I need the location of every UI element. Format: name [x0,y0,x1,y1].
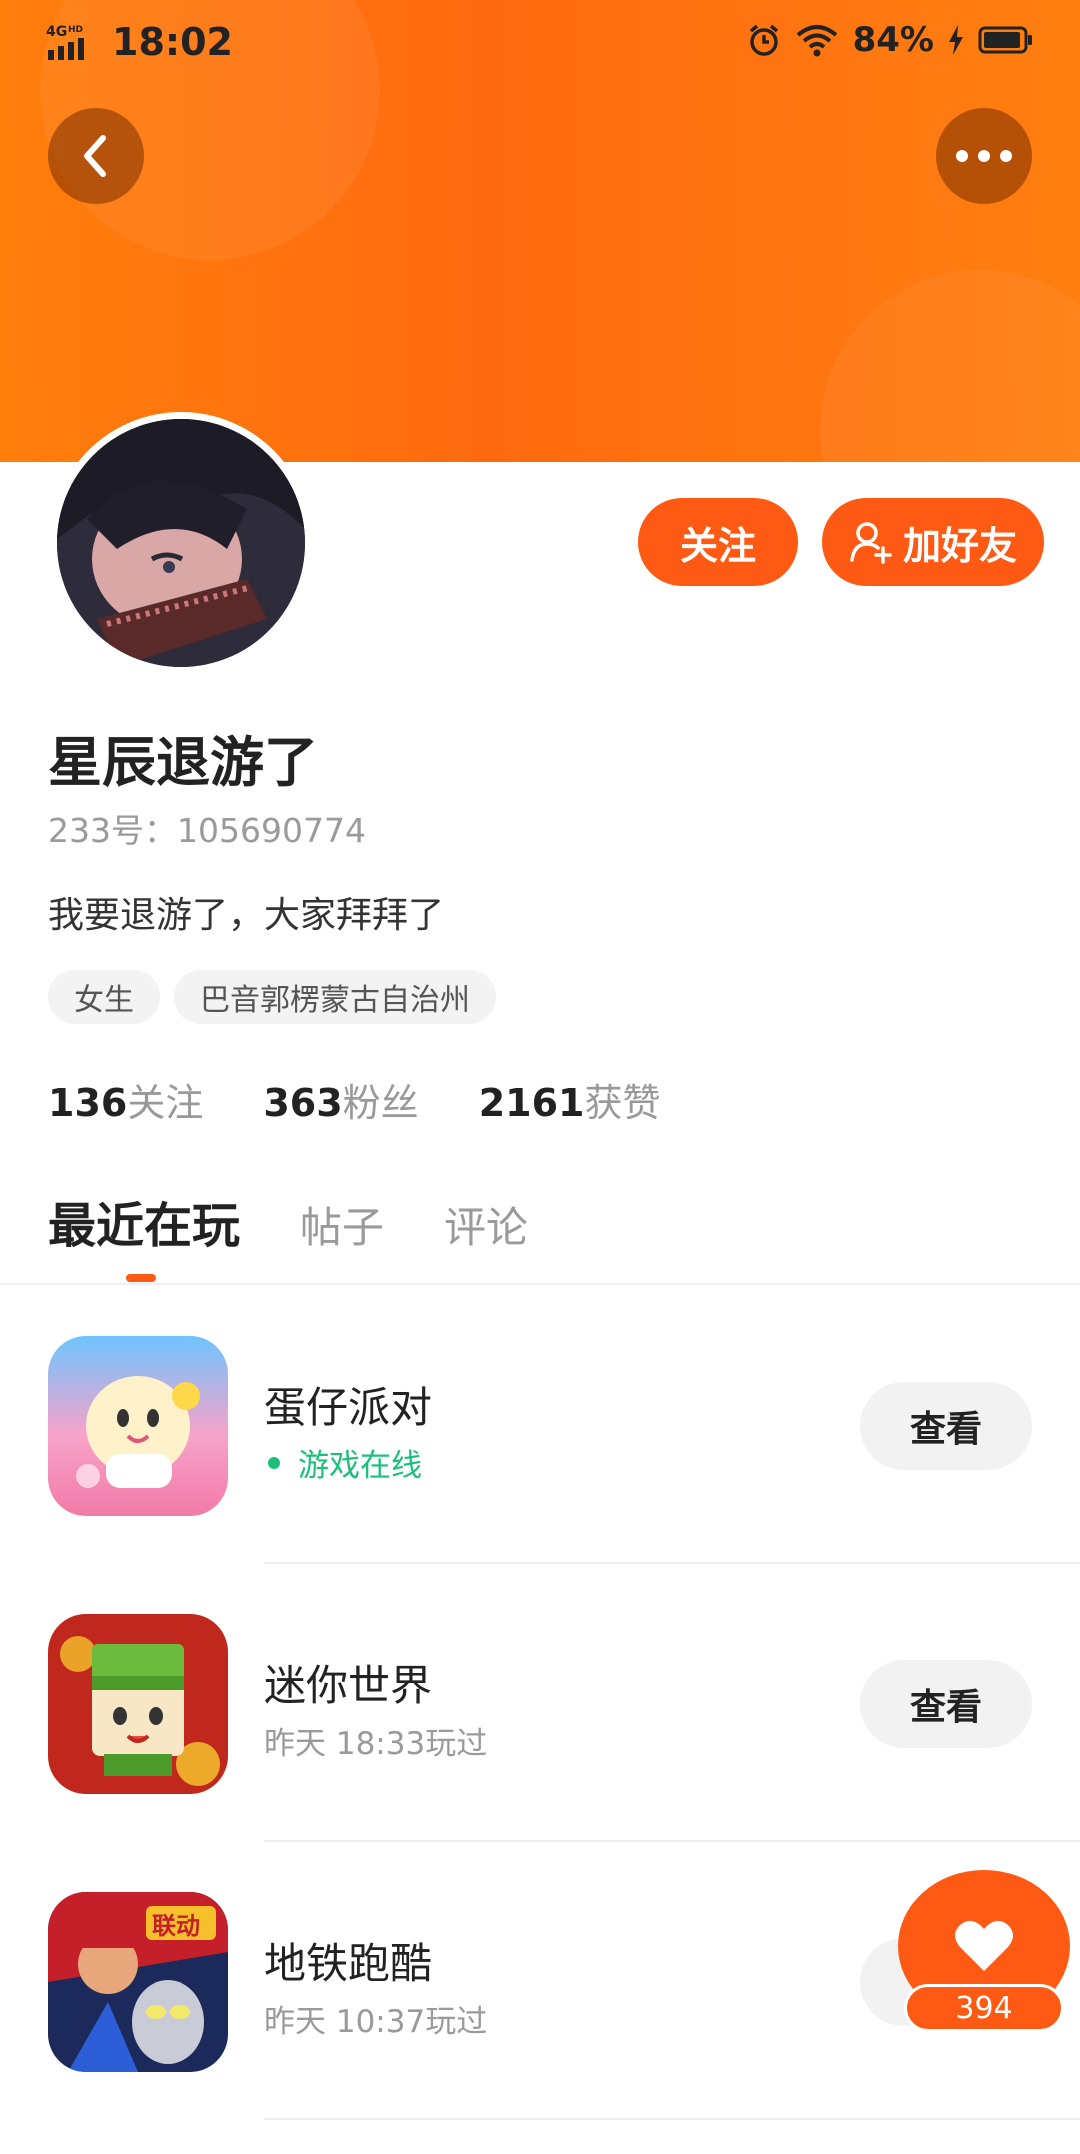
heart-icon [955,1920,1013,1971]
game-last-played: 昨天 18:33玩过 [264,1718,487,1763]
like-fab[interactable]: 394 [898,1870,1070,2032]
game-title: 蛋仔派对 [264,1383,433,1432]
game-last-played: 昨天 10:37玩过 [264,1996,487,2041]
add-friend-label: 加好友 [902,523,1017,568]
game-status: 游戏在线 [264,1440,422,1485]
charging-icon [949,25,963,55]
profile-header-banner: 4G HD 18:02 84% [0,0,1080,462]
avatar-image [57,419,305,667]
svg-text:4G: 4G [46,24,67,40]
status-time: 18:02 [112,20,233,64]
chevron-left-icon [84,135,106,177]
tab-recently-played[interactable]: 最近在玩 [48,1186,240,1256]
online-dot-icon [268,1456,280,1469]
profile-nickname: 星辰退游了 [48,731,318,794]
tabs-divider [0,1283,1080,1285]
game-title: 地铁跑酷 [264,1939,433,1988]
tag-location: 巴音郭楞蒙古自治州 [174,970,496,1024]
wifi-icon [796,25,837,57]
likes-label: 获赞 [584,1081,661,1125]
follow-button-label: 关注 [679,523,756,568]
fans-label: 粉丝 [342,1081,419,1125]
view-game-button[interactable]: 查看 [860,1660,1032,1748]
tab-posts[interactable]: 帖子 [300,1194,384,1255]
game-icon-mini-world [48,1614,228,1794]
svg-text:HD: HD [68,25,83,35]
more-dots-icon [956,150,1012,162]
tag-gender: 女生 [48,970,160,1024]
more-options-button[interactable] [936,108,1032,204]
game-last-played-text: 昨天 10:37玩过 [264,2004,488,2040]
add-friend-icon [850,522,892,564]
svg-text:联动: 联动 [152,1912,200,1940]
view-button-label: 查看 [909,1687,982,1728]
game-row[interactable]: 蛋仔派对 游戏在线 查看 [0,1286,1080,1564]
add-friend-button[interactable]: 加好友 [822,498,1044,586]
status-right-group: 84% [747,20,1034,60]
avatar[interactable] [50,412,312,674]
view-button-label: 查看 [909,1409,982,1450]
profile-stats: 136关注 363粉丝 2161获赞 [48,1072,660,1127]
tab-comments[interactable]: 评论 [444,1194,528,1255]
battery-percent: 84% [852,20,934,60]
profile-uid: 233号：105690774 [48,811,366,850]
stat-fans[interactable]: 363粉丝 [263,1072,418,1127]
following-label: 关注 [127,1081,204,1125]
row-divider [264,2118,1080,2120]
stat-likes: 2161获赞 [479,1072,661,1127]
game-icon-subway-surfers: 联动 [48,1892,228,2072]
stat-following[interactable]: 136关注 [48,1072,203,1127]
profile-bio: 我要退游了，大家拜拜了 [48,895,445,936]
signal-icon: 4G HD [46,24,84,60]
game-last-played-text: 昨天 18:33玩过 [264,1726,488,1762]
following-count: 136 [48,1081,128,1125]
game-row[interactable]: 迷你世界 昨天 18:33玩过 查看 [0,1564,1080,1842]
game-icon-eggy-party [48,1336,228,1516]
battery-icon [978,26,1032,54]
profile-tabs: 最近在玩 帖子 评论 [48,1186,528,1256]
avatar-illustration [57,419,305,667]
active-tab-indicator [126,1274,156,1282]
view-game-button[interactable]: 查看 [860,1382,1032,1470]
status-bar: 4G HD 18:02 84% [0,0,1080,86]
game-title: 迷你世界 [264,1661,433,1710]
game-status-text: 游戏在线 [298,1448,422,1484]
like-count: 394 [904,1984,1064,2032]
likes-count: 2161 [478,1081,585,1125]
alarm-icon [749,24,778,56]
follow-button[interactable]: 关注 [638,498,798,586]
back-button[interactable] [48,108,144,204]
fans-count: 363 [263,1081,343,1125]
banner-decoration [820,270,1080,462]
profile-tags: 女生 巴音郭楞蒙古自治州 [48,970,496,1024]
